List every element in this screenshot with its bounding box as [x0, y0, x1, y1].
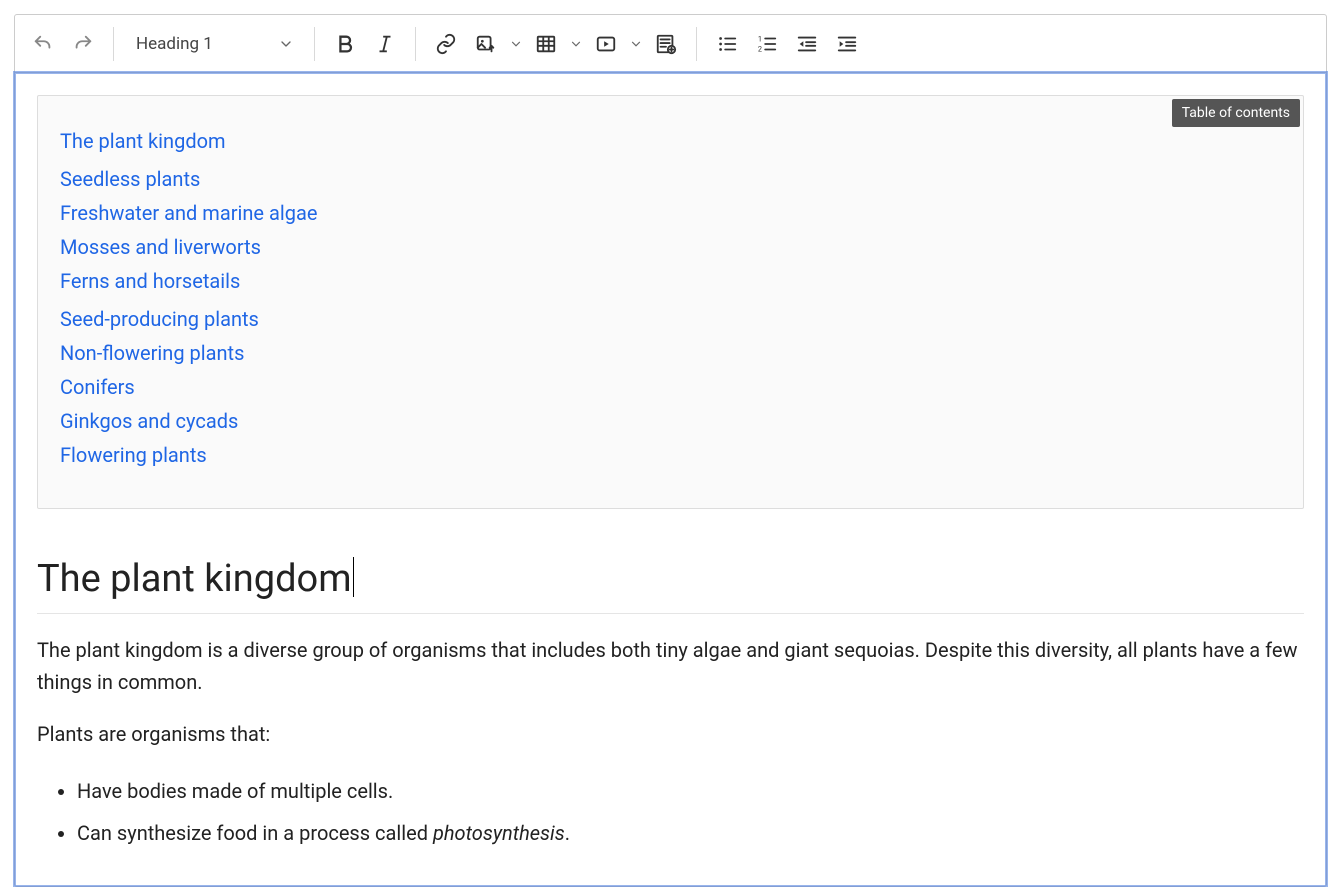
- toc-item: Mosses and liverworts: [60, 230, 1281, 264]
- history-group: [17, 19, 109, 68]
- bullet-list-icon: [716, 33, 738, 55]
- toc-item: Flowering plants: [60, 438, 1281, 472]
- media-icon: [595, 33, 617, 55]
- toc-link[interactable]: Ginkgos and cycads: [60, 404, 238, 438]
- block-format-group: Heading 1: [118, 19, 310, 68]
- outdent-button[interactable]: [787, 24, 827, 64]
- undo-button[interactable]: [23, 24, 63, 64]
- toc-insert-button[interactable]: [646, 24, 686, 64]
- image-combo: [466, 24, 526, 64]
- toc-item: Freshwater and marine algae: [60, 196, 1281, 230]
- media-dropdown[interactable]: [626, 24, 646, 64]
- italic-icon: [374, 33, 396, 55]
- doc-heading-1[interactable]: The plant kingdom: [37, 557, 1304, 614]
- insert-group: [420, 19, 692, 68]
- redo-button[interactable]: [63, 24, 103, 64]
- toc-link[interactable]: Seedless plants: [60, 162, 200, 196]
- chevron-down-icon: [569, 37, 583, 51]
- media-button[interactable]: [586, 24, 626, 64]
- chevron-down-icon: [629, 37, 643, 51]
- table-icon: [535, 33, 557, 55]
- numbered-list-icon: 12: [756, 33, 778, 55]
- doc-paragraph[interactable]: Plants are organisms that:: [37, 718, 1304, 750]
- heading-dropdown-label: Heading 1: [136, 34, 213, 54]
- bold-icon: [334, 33, 356, 55]
- toc-link[interactable]: Ferns and horsetails: [60, 264, 240, 298]
- link-button[interactable]: [426, 24, 466, 64]
- toc-item: Seed-producing plants: [60, 302, 1281, 336]
- toolbar-separator: [415, 27, 416, 61]
- image-dropdown[interactable]: [506, 24, 526, 64]
- bullet-list-button[interactable]: [707, 24, 747, 64]
- toc-link[interactable]: Conifers: [60, 370, 135, 404]
- toc-link[interactable]: Non-flowering plants: [60, 336, 244, 370]
- media-combo: [586, 24, 646, 64]
- table-dropdown[interactable]: [566, 24, 586, 64]
- list-item[interactable]: Have bodies made of multiple cells.: [77, 770, 1304, 812]
- toc-item: Seedless plants: [60, 162, 1281, 196]
- indent-icon: [836, 33, 858, 55]
- toc-link[interactable]: Seed-producing plants: [60, 302, 259, 336]
- doc-bullet-list[interactable]: Have bodies made of multiple cells.Can s…: [37, 770, 1304, 854]
- inline-format-group: [319, 19, 411, 68]
- toc-badge: Table of contents: [1172, 99, 1300, 127]
- italic-button[interactable]: [365, 24, 405, 64]
- numbered-list-button[interactable]: 12: [747, 24, 787, 64]
- toc-item: The plant kingdom: [60, 124, 1281, 158]
- link-icon: [435, 33, 457, 55]
- image-upload-icon: [475, 33, 497, 55]
- toolbar-separator: [696, 27, 697, 61]
- list-group: 12: [701, 19, 873, 68]
- indent-button[interactable]: [827, 24, 867, 64]
- heading-dropdown[interactable]: Heading 1: [124, 24, 304, 64]
- redo-icon: [72, 33, 94, 55]
- toc-item: Non-flowering plants: [60, 336, 1281, 370]
- editor-frame: Heading 1: [14, 14, 1327, 887]
- toc-badge-label: Table of contents: [1172, 99, 1300, 127]
- toc-item: Conifers: [60, 370, 1281, 404]
- toolbar-separator: [113, 27, 114, 61]
- doc-heading-1-text: The plant kingdom: [37, 557, 352, 601]
- undo-icon: [32, 33, 54, 55]
- toc-item: Ferns and horsetails: [60, 264, 1281, 298]
- toc-link[interactable]: The plant kingdom: [60, 124, 226, 158]
- document-body[interactable]: The plant kingdom The plant kingdom is a…: [37, 557, 1304, 854]
- bold-button[interactable]: [325, 24, 365, 64]
- toc-icon: [655, 33, 677, 55]
- toolbar-separator: [314, 27, 315, 61]
- toc-item: Ginkgos and cycads: [60, 404, 1281, 438]
- toc-list: The plant kingdom Seedless plantsFreshwat…: [60, 124, 1281, 472]
- table-combo: [526, 24, 586, 64]
- toc-link[interactable]: Freshwater and marine algae: [60, 196, 317, 230]
- table-of-contents[interactable]: Table of contents The plant kingdom Seedl…: [37, 95, 1304, 509]
- chevron-down-icon: [278, 36, 294, 52]
- editor-content[interactable]: Table of contents The plant kingdom Seedl…: [15, 73, 1326, 886]
- svg-text:1: 1: [758, 34, 762, 43]
- image-upload-button[interactable]: [466, 24, 506, 64]
- toc-link[interactable]: Mosses and liverworts: [60, 230, 261, 264]
- table-button[interactable]: [526, 24, 566, 64]
- toc-link[interactable]: Flowering plants: [60, 438, 207, 472]
- outdent-icon: [796, 33, 818, 55]
- chevron-down-icon: [509, 37, 523, 51]
- toolbar: Heading 1: [15, 15, 1326, 73]
- doc-paragraph[interactable]: The plant kingdom is a diverse group of …: [37, 634, 1304, 698]
- list-item[interactable]: Can synthesize food in a process called …: [77, 812, 1304, 854]
- text-caret: [353, 557, 354, 597]
- svg-text:2: 2: [758, 44, 762, 53]
- italic-text: photosynthesis: [433, 821, 565, 845]
